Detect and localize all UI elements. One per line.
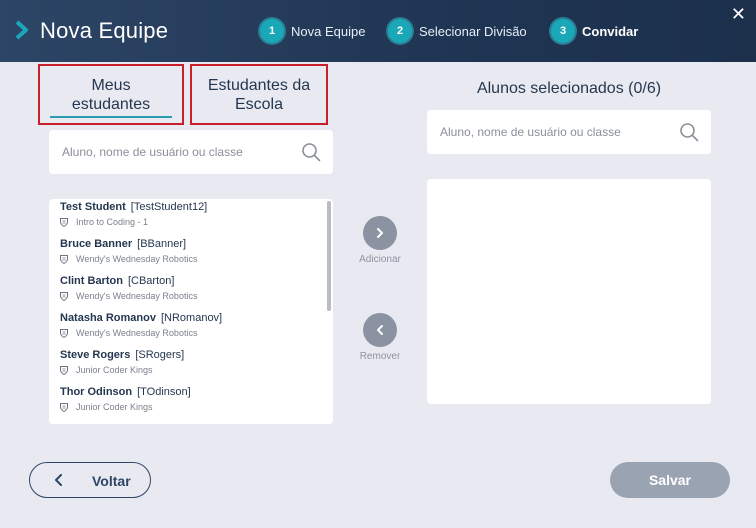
student-name: Thor Odinson [TOdinson]: [60, 386, 191, 398]
student-class: Junior Coder Kings: [76, 365, 153, 375]
class-shield-icon: [60, 217, 68, 227]
search-icon[interactable]: [679, 122, 699, 142]
student-search-input[interactable]: [62, 145, 282, 159]
add-button[interactable]: [363, 216, 397, 250]
active-tab-underline: [50, 116, 172, 118]
class-shield-icon: [60, 328, 68, 338]
class-shield-icon: [60, 402, 68, 412]
search-icon[interactable]: [301, 142, 321, 162]
student-username: [TestStudent12]: [130, 201, 208, 213]
step-label: Convidar: [582, 23, 639, 39]
chevron-right-icon: [15, 20, 28, 40]
student-username: [BBanner]: [137, 238, 187, 250]
close-icon[interactable]: ✕: [731, 4, 746, 25]
add-label: Adicionar: [359, 254, 401, 265]
class-shield-icon: [60, 365, 68, 375]
student-username: [NRomanov]: [160, 312, 223, 324]
student-username: [TOdinson]: [137, 386, 191, 398]
step-number: 3: [551, 19, 575, 43]
step-label: Nova Equipe: [291, 23, 366, 39]
student-name: Bruce Banner [BBanner]: [60, 238, 187, 250]
tab-school-students[interactable]: Estudantes da Escola: [190, 64, 328, 125]
tab-my-students[interactable]: Meus estudantes: [38, 64, 184, 125]
selected-search-input[interactable]: [440, 125, 660, 139]
list-item[interactable]: Thor Odinson [TOdinson] Junior Coder King…: [49, 384, 333, 421]
step-number: 2: [388, 19, 412, 43]
list-item[interactable]: Clint Barton [CBarton] Wendy's Wednesday …: [49, 273, 333, 310]
student-class: Wendy's Wednesday Robotics: [76, 254, 198, 264]
student-name: Steve Rogers [SRogers]: [60, 349, 185, 361]
selected-students-title: Alunos selecionados (0/6): [476, 80, 662, 97]
student-name: Test Student [TestStudent12]: [60, 201, 208, 213]
selected-students-list: [427, 179, 711, 404]
step-label: Selecionar Divisão: [419, 23, 527, 39]
tab-my-students-label: Meus estudantes: [71, 76, 151, 113]
class-shield-icon: [60, 254, 68, 264]
back-button[interactable]: Voltar: [29, 462, 151, 498]
modal-title: Nova Equipe: [40, 18, 169, 43]
list-item[interactable]: Bruce Banner [BBanner] Wendy's Wednesday …: [49, 236, 333, 273]
student-name: Natasha Romanov [NRomanov]: [60, 312, 223, 324]
save-button[interactable]: Salvar: [610, 462, 730, 498]
student-name: Clint Barton [CBarton]: [60, 275, 175, 287]
list-item[interactable]: Natasha Romanov [NRomanov] Wendy's Wednes…: [49, 310, 333, 347]
student-search-field[interactable]: [49, 130, 333, 174]
step-3: 3 Convidar: [551, 18, 638, 44]
remove-label: Remover: [359, 351, 401, 362]
tab-school-students-label: Estudantes da Escola: [207, 76, 311, 113]
list-item[interactable]: Steve Rogers [SRogers] Junior Coder Kings: [49, 347, 333, 384]
list-scrollbar[interactable]: [327, 201, 331, 311]
modal-header: Nova Equipe 1 Nova Equipe 2 Selecionar D…: [0, 0, 756, 62]
student-username: [CBarton]: [127, 275, 175, 287]
remove-button[interactable]: [363, 313, 397, 347]
list-item[interactable]: Test Student [TestStudent12] Intro to Cod…: [49, 199, 333, 236]
chevron-left-icon: [55, 474, 62, 486]
chevron-left-icon: [377, 325, 383, 335]
student-class: Intro to Coding - 1: [76, 217, 149, 227]
student-username: [SRogers]: [135, 349, 185, 361]
student-class: Junior Coder Kings: [76, 402, 153, 412]
student-class: Wendy's Wednesday Robotics: [76, 291, 198, 301]
student-class: Wendy's Wednesday Robotics: [76, 328, 198, 338]
chevron-right-icon: [377, 228, 383, 238]
step-2: 2 Selecionar Divisão: [388, 18, 527, 44]
student-list: Test Student [TestStudent12] Intro to Cod…: [49, 199, 333, 424]
class-shield-icon: [60, 291, 68, 301]
step-1: 1 Nova Equipe: [260, 18, 365, 44]
selected-search-field[interactable]: [427, 110, 711, 154]
back-button-label: Voltar: [92, 473, 131, 489]
step-number: 1: [260, 19, 284, 43]
